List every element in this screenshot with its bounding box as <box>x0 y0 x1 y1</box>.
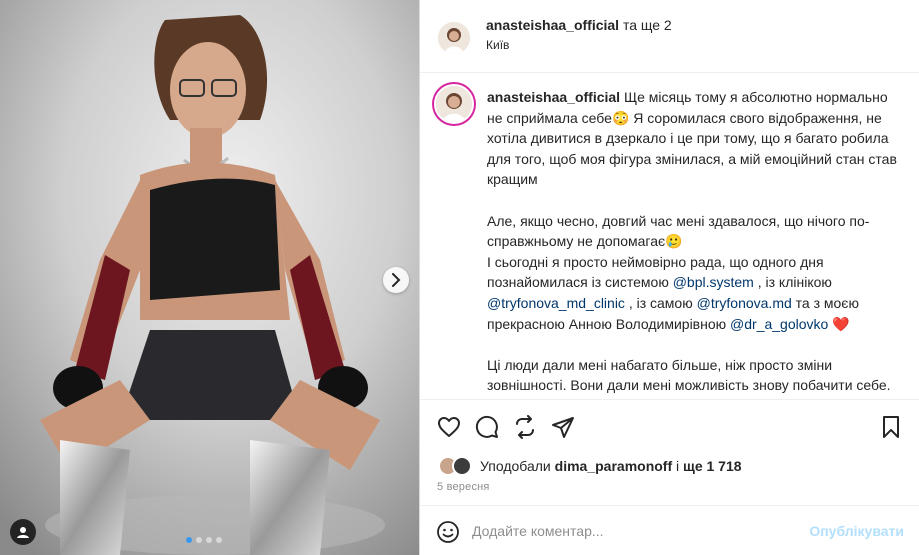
bookmark-icon <box>883 416 899 438</box>
likes-count[interactable]: ще 1 718 <box>683 458 742 474</box>
publish-button[interactable]: Опублікувати <box>809 523 904 539</box>
send-button[interactable] <box>550 414 576 440</box>
header-authors[interactable]: anasteishaa_official та ще 2 <box>486 17 672 33</box>
share-button[interactable] <box>512 414 538 440</box>
carousel-dot <box>206 537 212 543</box>
author-avatar[interactable] <box>438 22 470 54</box>
caption-username[interactable]: anasteishaa_official <box>487 89 620 105</box>
chevron-right-icon <box>392 273 401 287</box>
caption-text-segment: , із клінікою <box>753 274 836 291</box>
post-location[interactable]: Київ <box>486 38 509 52</box>
likes-summary: Уподобали dima_paramonoff і ще 1 718 <box>438 456 742 476</box>
coauthors-link[interactable]: та ще 2 <box>623 17 672 33</box>
heart-emoji: ❤️ <box>828 315 850 332</box>
comment-input[interactable] <box>472 519 802 543</box>
mention-link[interactable]: @tryfonova_md_clinic <box>487 295 625 311</box>
carousel-dot <box>216 537 222 543</box>
carousel-dot <box>196 537 202 543</box>
carousel-dot <box>186 537 192 543</box>
avatar-image <box>438 22 470 54</box>
post-caption: anasteishaa_official Ще місяць тому я аб… <box>420 74 919 396</box>
post-media[interactable] <box>0 0 419 555</box>
post-photo <box>0 0 419 555</box>
likes-text: Уподобали dima_paramonoff і ще 1 718 <box>480 458 742 474</box>
mention-link[interactable]: @tryfonova.md <box>697 295 792 311</box>
author-username[interactable]: anasteishaa_official <box>486 17 619 33</box>
liker-username[interactable]: dima_paramonoff <box>555 458 672 474</box>
emoji-icon <box>437 521 459 543</box>
comment-composer: Опублікувати <box>420 505 919 555</box>
liker-avatar[interactable] <box>452 456 472 476</box>
comment-icon <box>475 415 498 438</box>
mention-link[interactable]: @bpl.system <box>673 274 754 290</box>
action-bar <box>420 399 919 454</box>
caption-text: anasteishaa_official Ще місяць тому я аб… <box>487 87 907 396</box>
caption-avatar[interactable] <box>434 84 474 124</box>
likes-connector: і <box>672 458 684 474</box>
comment-button[interactable] <box>474 414 500 440</box>
post-side-panel: anasteishaa_official та ще 2 Київ anaste… <box>419 0 919 555</box>
like-button[interactable] <box>436 414 462 440</box>
carousel-indicator <box>186 537 222 543</box>
tag-user-icon <box>17 527 29 538</box>
caption-text-segment: , із самою <box>624 294 697 311</box>
post-dialog: anasteishaa_official та ще 2 Київ anaste… <box>0 0 919 555</box>
post-date[interactable]: 5 вересня <box>437 481 490 493</box>
likes-prefix: Уподобали <box>480 458 555 474</box>
caption-paragraph-4: Ці люди дали мені набагато більше, ніж п… <box>487 356 891 394</box>
emoji-button[interactable] <box>436 520 460 544</box>
post-header: anasteishaa_official та ще 2 Київ <box>420 0 919 73</box>
avatar-image <box>436 86 472 122</box>
save-button[interactable] <box>878 414 904 440</box>
carousel-next-button[interactable] <box>383 267 409 293</box>
mention-link[interactable]: @dr_a_golovko <box>730 316 828 332</box>
send-icon <box>552 417 574 438</box>
caption-paragraph-2: Але, якщо чесно, довгий час мені здавало… <box>487 212 870 250</box>
heart-icon <box>438 417 460 437</box>
share-icon <box>516 415 534 439</box>
tagged-users-button[interactable] <box>10 519 36 545</box>
